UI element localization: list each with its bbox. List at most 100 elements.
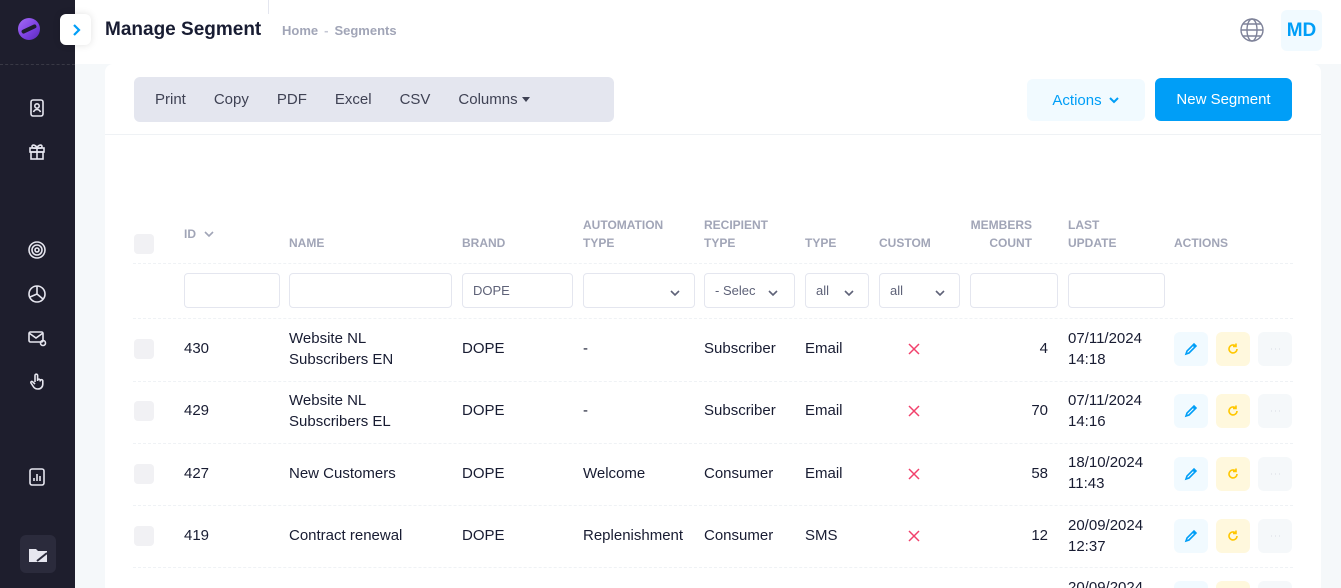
export-toolbar: Print Copy PDF Excel CSV Columns bbox=[134, 77, 614, 122]
filter-name-input[interactable] bbox=[289, 273, 452, 308]
chevron-down-icon bbox=[844, 286, 854, 297]
filter-members-count-input[interactable] bbox=[970, 273, 1058, 308]
refresh-icon bbox=[1228, 530, 1238, 541]
cell-name[interactable]: New Customers bbox=[289, 463, 396, 484]
header-automation-line2: TYPE bbox=[583, 236, 615, 250]
cell-last-update: 07/11/2024 14:16 bbox=[1068, 390, 1142, 432]
cell-date: 20/09/2024 bbox=[1068, 579, 1144, 588]
sidebar-footer-button[interactable] bbox=[20, 535, 56, 573]
new-segment-button[interactable]: New Segment bbox=[1155, 78, 1292, 121]
sidebar-toggle-button[interactable] bbox=[60, 14, 91, 45]
cell-id: 430 bbox=[184, 340, 210, 357]
edit-button[interactable] bbox=[1174, 457, 1208, 491]
more-button[interactable] bbox=[1258, 519, 1292, 553]
pencil-icon bbox=[1184, 342, 1198, 356]
pie-chart-icon[interactable] bbox=[26, 283, 48, 305]
print-button[interactable]: Print bbox=[141, 77, 200, 122]
header-name[interactable]: NAME bbox=[289, 234, 324, 252]
cell-name[interactable]: Website NL Subscribers EN bbox=[289, 328, 393, 370]
cell-type: Email bbox=[805, 340, 843, 357]
more-button[interactable] bbox=[1258, 457, 1292, 491]
cell-time: 12:37 bbox=[1068, 538, 1106, 555]
actions-label: Actions bbox=[1052, 91, 1102, 109]
edit-button[interactable] bbox=[1174, 332, 1208, 366]
cell-last-update: 18/10/2024 11:43 bbox=[1068, 452, 1143, 494]
gift-icon[interactable] bbox=[26, 140, 48, 162]
more-button[interactable] bbox=[1258, 394, 1292, 428]
cell-automation: - bbox=[583, 340, 588, 357]
bar-chart-icon[interactable] bbox=[26, 466, 48, 488]
refresh-icon bbox=[1228, 343, 1238, 354]
more-button[interactable] bbox=[1258, 332, 1292, 366]
mail-settings-icon[interactable] bbox=[26, 327, 48, 349]
hand-pointer-icon[interactable] bbox=[26, 370, 48, 392]
pencil-icon bbox=[1184, 467, 1198, 481]
page-title: Manage Segment bbox=[105, 19, 262, 40]
header-brand[interactable]: BRAND bbox=[462, 234, 505, 252]
header-custom[interactable]: CUSTOM bbox=[879, 234, 931, 252]
cell-date: 07/11/2024 bbox=[1068, 330, 1142, 347]
row-checkbox[interactable] bbox=[134, 401, 154, 421]
cell-recipient: Consumer bbox=[704, 527, 774, 544]
avatar[interactable]: MD bbox=[1281, 10, 1322, 51]
filter-last-update-input[interactable] bbox=[1068, 273, 1165, 308]
header-id[interactable]: ID bbox=[184, 225, 214, 243]
csv-label: CSV bbox=[399, 91, 431, 108]
row-checkbox[interactable] bbox=[134, 526, 154, 546]
filter-type-select[interactable]: all bbox=[805, 273, 869, 308]
cell-last-update: 20/09/2024 12:37 bbox=[1068, 515, 1143, 557]
actions-dropdown-button[interactable]: Actions bbox=[1027, 79, 1145, 121]
cell-automation: Welcome bbox=[583, 465, 646, 482]
breadcrumb-home[interactable]: Home bbox=[282, 23, 318, 38]
cross-icon bbox=[907, 529, 921, 543]
contact-book-icon[interactable] bbox=[26, 97, 48, 119]
columns-button[interactable]: Columns bbox=[444, 77, 543, 122]
excel-button[interactable]: Excel bbox=[321, 77, 386, 122]
filter-id-input[interactable] bbox=[184, 273, 280, 308]
cell-name[interactable]: Website NL Subscribers EL bbox=[289, 390, 391, 432]
filter-brand-input[interactable]: DOPE bbox=[462, 273, 573, 308]
header-automation-type[interactable]: AUTOMATION TYPE bbox=[583, 216, 663, 252]
cross-icon bbox=[907, 342, 921, 356]
header-last-update[interactable]: LAST UPDATE bbox=[1068, 216, 1116, 252]
csv-button[interactable]: CSV bbox=[386, 77, 445, 122]
edit-button[interactable] bbox=[1174, 519, 1208, 553]
header: Manage Segment Home - Segments MD bbox=[60, 0, 1341, 64]
refresh-button[interactable] bbox=[1216, 457, 1250, 491]
segments-card: Print Copy PDF Excel CSV Columns Actions… bbox=[105, 64, 1321, 588]
logo[interactable] bbox=[18, 18, 40, 40]
refresh-button[interactable] bbox=[1216, 332, 1250, 366]
refresh-button[interactable] bbox=[1216, 581, 1250, 588]
header-recipient-type[interactable]: RECIPIENT TYPE bbox=[704, 216, 768, 252]
cell-date: 18/10/2024 bbox=[1068, 454, 1144, 471]
cell-type: Email bbox=[805, 465, 843, 482]
filter-automation-select[interactable] bbox=[583, 273, 695, 308]
header-type[interactable]: TYPE bbox=[805, 234, 836, 252]
row-checkbox[interactable] bbox=[134, 339, 154, 359]
refresh-button[interactable] bbox=[1216, 519, 1250, 553]
row-divider bbox=[133, 381, 1293, 382]
language-globe-icon[interactable] bbox=[1239, 17, 1265, 43]
sidebar-divider bbox=[0, 64, 75, 65]
filter-custom-select[interactable]: all bbox=[879, 273, 960, 308]
header-id-label: ID bbox=[184, 227, 196, 241]
edit-button[interactable] bbox=[1174, 581, 1208, 588]
edit-button[interactable] bbox=[1174, 394, 1208, 428]
refresh-button[interactable] bbox=[1216, 394, 1250, 428]
cell-time: 11:43 bbox=[1068, 475, 1105, 492]
cell-name-line2: Subscribers EN bbox=[289, 351, 394, 368]
chevron-down-icon bbox=[1108, 97, 1119, 104]
cell-name[interactable]: Contract renewal bbox=[289, 525, 402, 546]
pdf-button[interactable]: PDF bbox=[263, 77, 321, 122]
header-members-count[interactable]: MEMBERS COUNT bbox=[955, 216, 1032, 252]
ellipsis-icon bbox=[1271, 473, 1280, 475]
select-all-checkbox[interactable] bbox=[134, 234, 154, 254]
row-checkbox[interactable] bbox=[134, 464, 154, 484]
filter-recipient-select[interactable]: - Selec bbox=[704, 273, 795, 308]
copy-button[interactable]: Copy bbox=[200, 77, 263, 122]
header-automation-line1: AUTOMATION bbox=[583, 218, 664, 232]
target-icon[interactable] bbox=[26, 239, 48, 261]
cell-name-line2: Subscribers EL bbox=[289, 413, 391, 430]
cell-recipient: Subscriber bbox=[704, 402, 776, 419]
more-button[interactable] bbox=[1258, 581, 1292, 588]
